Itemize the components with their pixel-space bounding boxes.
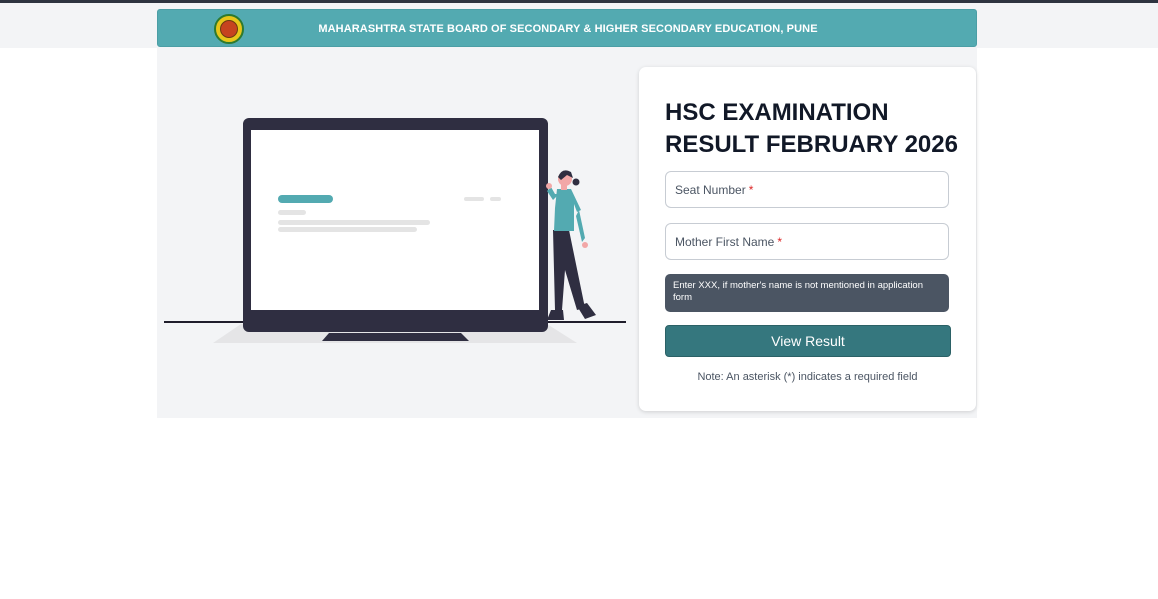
mother-first-name-label: Mother First Name: [675, 234, 775, 249]
board-seal-icon: [214, 14, 244, 44]
header-title: MAHARASHTRA STATE BOARD OF SECONDARY & H…: [318, 23, 818, 35]
result-form-card: HSC EXAMINATION RESULT FEBRUARY 2026 Sea…: [639, 67, 976, 411]
seat-number-label: Seat Number: [675, 182, 746, 197]
view-result-button[interactable]: View Result: [665, 325, 951, 357]
seat-number-field[interactable]: Seat Number *: [665, 171, 949, 208]
required-marker: *: [748, 182, 754, 197]
main-content: HSC EXAMINATION RESULT FEBRUARY 2026 Sea…: [157, 48, 977, 418]
form-title: HSC EXAMINATION RESULT FEBRUARY 2026: [665, 99, 958, 158]
required-marker: *: [777, 234, 783, 249]
laptop-person-illustration: [164, 118, 626, 343]
site-header: MAHARASHTRA STATE BOARD OF SECONDARY & H…: [157, 9, 977, 47]
mother-name-hint: Enter XXX, if mother's name is not menti…: [665, 274, 949, 312]
mother-first-name-field[interactable]: Mother First Name *: [665, 223, 949, 260]
required-note: Note: An asterisk (*) indicates a requir…: [697, 371, 918, 383]
